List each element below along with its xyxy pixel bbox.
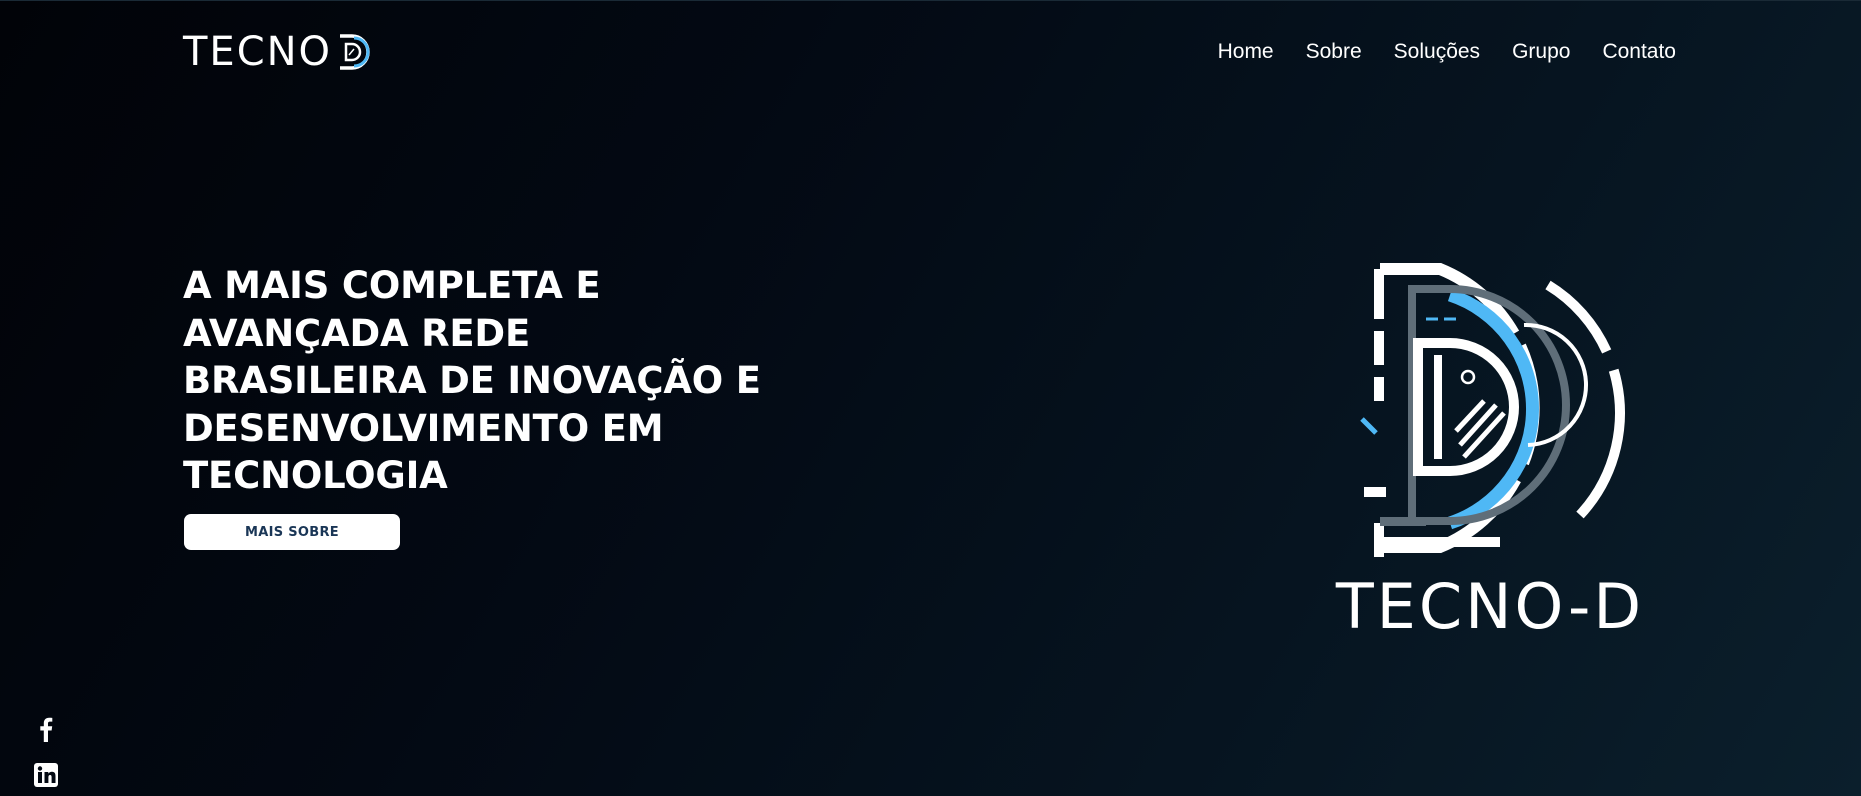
facebook-icon[interactable]: [32, 715, 60, 743]
nav-solucoes[interactable]: Soluções: [1394, 38, 1480, 66]
hero-title-line: TECNOLOGIA: [183, 454, 448, 497]
header-logo[interactable]: TECNO: [183, 30, 428, 74]
nav-home[interactable]: Home: [1218, 38, 1274, 66]
header-logo-text: TECNO: [183, 29, 333, 75]
top-border: [0, 0, 1861, 1]
logo-d-icon: [340, 34, 370, 70]
nav-sobre[interactable]: Sobre: [1306, 38, 1362, 66]
hero-title-line: AVANÇADA REDE: [183, 311, 531, 355]
hero-title-line: BRASILEIRA DE INOVAÇÃO E: [183, 359, 761, 402]
hero-title-line: A MAIS COMPLETA E: [183, 264, 601, 307]
mais-sobre-button[interactable]: MAIS SOBRE: [184, 514, 400, 550]
nav-contato[interactable]: Contato: [1602, 38, 1676, 66]
hero-title-line: DESENVOLVIMENTO EM: [183, 406, 664, 450]
main-nav: Home Sobre Soluções Grupo Contato: [1218, 38, 1676, 66]
social-links: [32, 715, 60, 789]
brand-name: TECNO-D: [1335, 570, 1645, 643]
nav-grupo[interactable]: Grupo: [1512, 38, 1570, 66]
linkedin-icon[interactable]: [32, 761, 60, 789]
hero-title: A MAIS COMPLETA E AVANÇADA REDE BRASILEI…: [183, 262, 783, 500]
